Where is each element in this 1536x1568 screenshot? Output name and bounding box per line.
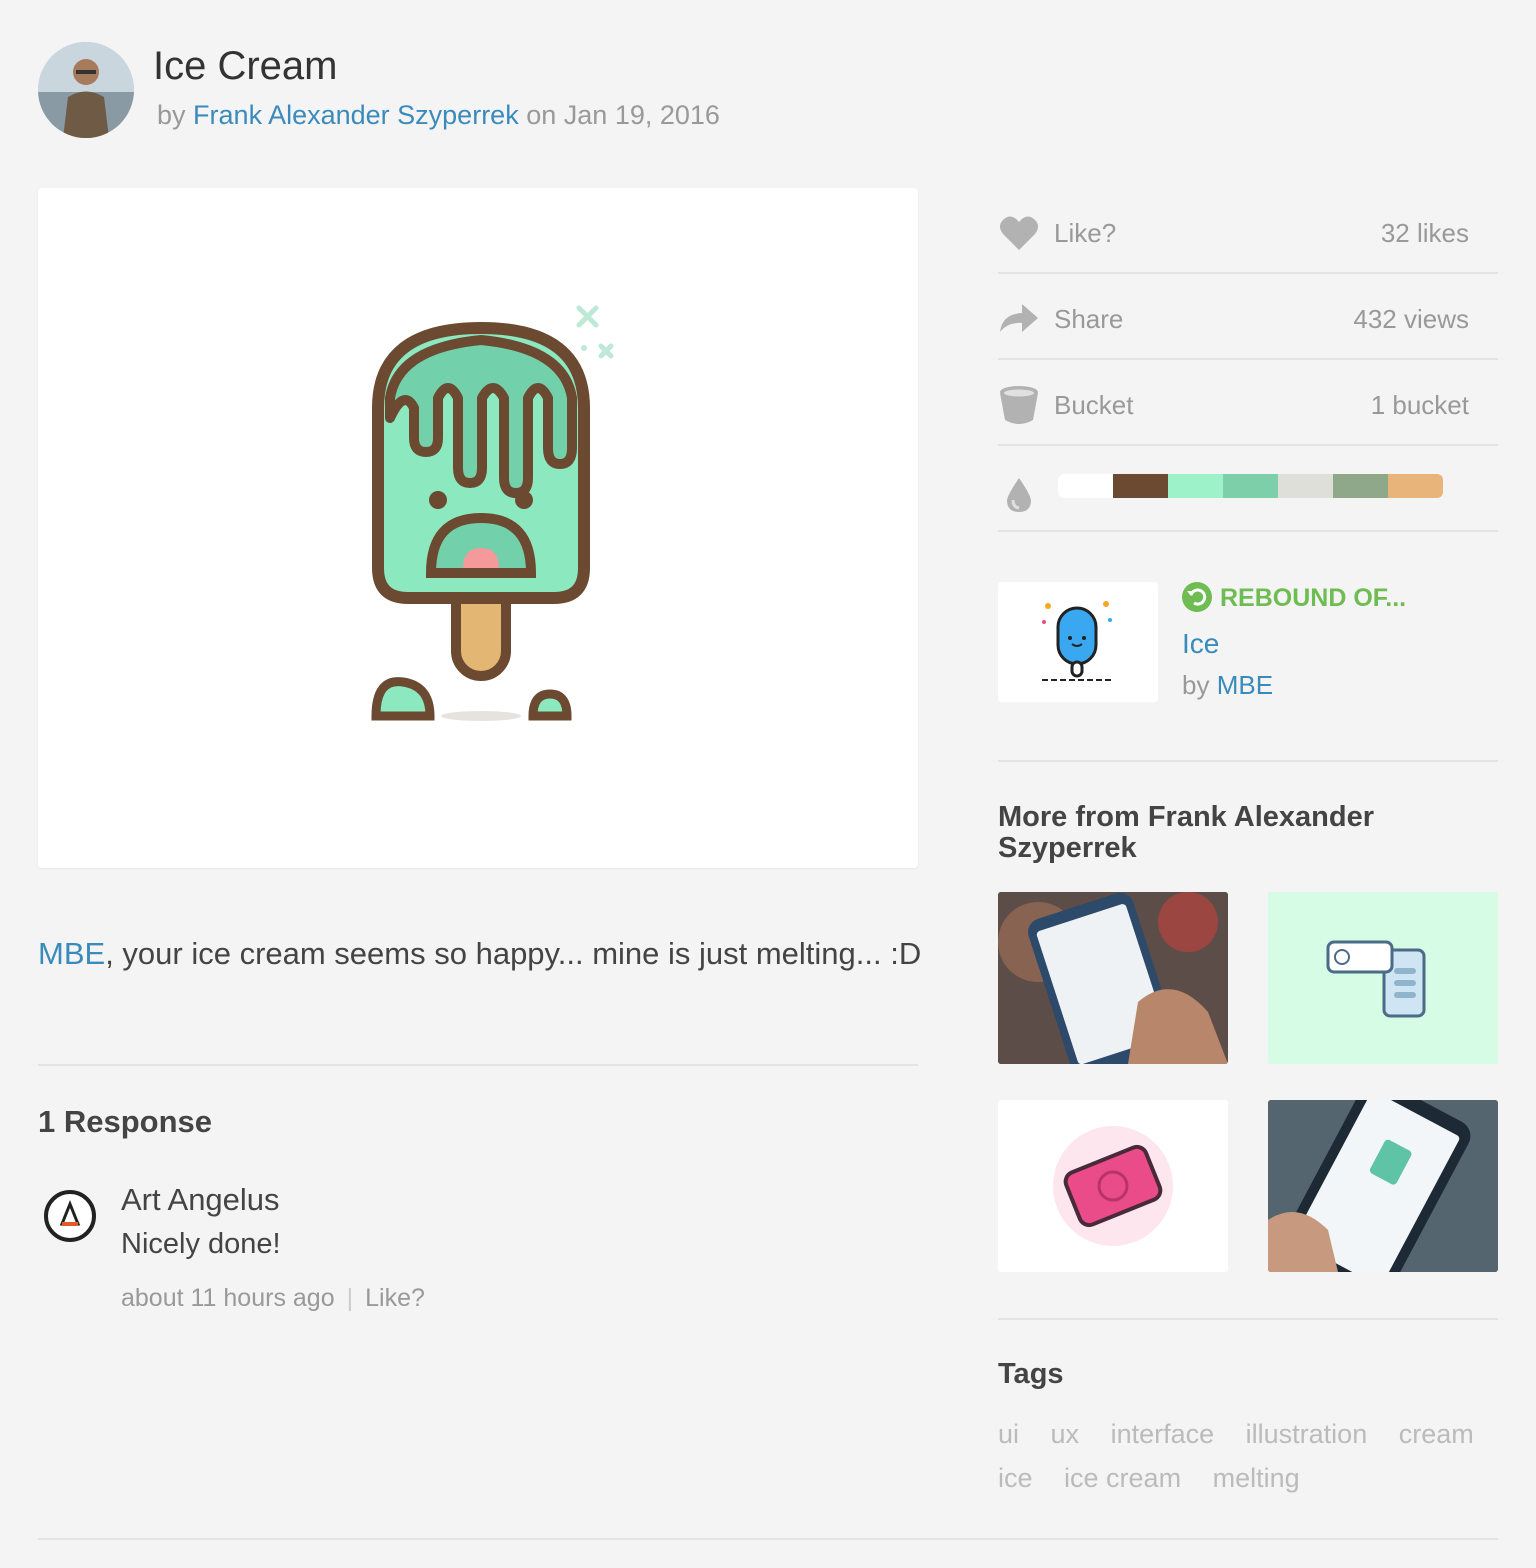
tag-link[interactable]: ui (998, 1412, 1019, 1456)
tag-link[interactable]: melting (1213, 1456, 1300, 1500)
tag-link[interactable]: ux (1051, 1412, 1080, 1456)
color-swatch[interactable] (1113, 474, 1168, 498)
rebound-icon (1182, 582, 1212, 612)
tag-link[interactable]: ice cream (1064, 1456, 1181, 1500)
commenter-avatar[interactable] (44, 1190, 96, 1242)
commenter-name[interactable]: Art Angelus (121, 1182, 280, 1218)
shot-description: MBE, your ice cream seems so happy... mi… (38, 930, 928, 978)
bucket-icon (1000, 386, 1038, 424)
more-shot-thumbnail[interactable] (998, 892, 1228, 1064)
rebound-by-label: by (1182, 670, 1210, 700)
color-palette (1058, 474, 1443, 498)
rebound-label: REBOUND OF... (1182, 582, 1406, 613)
tags-title: Tags (998, 1358, 1064, 1390)
shot-header: Ice Cream by Frank Alexander Szyperrek o… (38, 42, 938, 142)
by-label: by (157, 100, 186, 130)
color-swatch[interactable] (1058, 474, 1113, 498)
more-shot-thumbnail[interactable] (998, 1100, 1228, 1272)
shot-image[interactable] (38, 188, 918, 868)
rebound-label-text: REBOUND OF... (1220, 584, 1407, 612)
rebound-byline: by MBE (1182, 670, 1273, 701)
rebound-author-link[interactable]: MBE (1217, 670, 1273, 700)
views-count: 432 views (1353, 304, 1469, 334)
responses-title: 1 Response (38, 1104, 213, 1139)
comment-time: about 11 hours ago (121, 1284, 335, 1312)
comment-meta: about 11 hours ago | Like? (121, 1284, 425, 1313)
byline: by Frank Alexander Szyperrek on Jan 19, … (157, 100, 720, 131)
color-drop-icon (1007, 478, 1031, 512)
share-label: Share (1054, 304, 1124, 334)
on-label: on (526, 100, 557, 130)
meta-separator: | (346, 1284, 354, 1312)
tag-link[interactable]: interface (1111, 1412, 1215, 1456)
bucket-row[interactable]: Bucket 1 bucket (998, 360, 1498, 446)
divider (998, 1318, 1498, 1320)
color-swatch[interactable] (1168, 474, 1223, 498)
like-row[interactable]: Like? 32 likes (998, 188, 1498, 274)
rebound-title-link[interactable]: Ice (1182, 628, 1219, 660)
shot-date: Jan 19, 2016 (563, 100, 720, 130)
tag-list: ui ux interface illustration cream ice i… (998, 1412, 1498, 1500)
share-row[interactable]: Share 432 views (998, 274, 1498, 360)
more-shot-thumbnail[interactable] (1268, 892, 1498, 1064)
comment-text: Nicely done! (121, 1228, 281, 1260)
color-swatch[interactable] (1223, 474, 1278, 498)
more-from-title: More from Frank Alexander Szyperrek (998, 801, 1375, 864)
author-link[interactable]: Frank Alexander Szyperrek (193, 100, 519, 130)
mention-link[interactable]: MBE (38, 936, 105, 971)
share-icon (1000, 304, 1038, 332)
comment-like-link[interactable]: Like? (365, 1284, 425, 1312)
more-shot-thumbnail[interactable] (1268, 1100, 1498, 1272)
ice-cream-illustration (371, 305, 614, 721)
bucket-count[interactable]: 1 bucket (1371, 390, 1469, 421)
tag-link[interactable]: cream (1399, 1412, 1474, 1456)
color-swatch[interactable] (1388, 474, 1443, 498)
like-label: Like? (1054, 218, 1117, 248)
description-text: , your ice cream seems so happy... mine … (105, 936, 922, 971)
divider (38, 1538, 1498, 1540)
author-avatar[interactable] (38, 42, 134, 138)
color-swatch[interactable] (1278, 474, 1333, 498)
tag-link[interactable]: ice (998, 1456, 1033, 1500)
color-swatch[interactable] (1333, 474, 1388, 498)
likes-count[interactable]: 32 likes (1381, 218, 1469, 249)
shot-title: Ice Cream (153, 44, 338, 88)
rebound-thumbnail[interactable] (998, 582, 1158, 702)
heart-icon (1000, 216, 1038, 250)
divider (38, 1064, 918, 1066)
bucket-label: Bucket (1054, 390, 1134, 420)
tag-link[interactable]: illustration (1246, 1412, 1368, 1456)
divider (998, 760, 1498, 762)
